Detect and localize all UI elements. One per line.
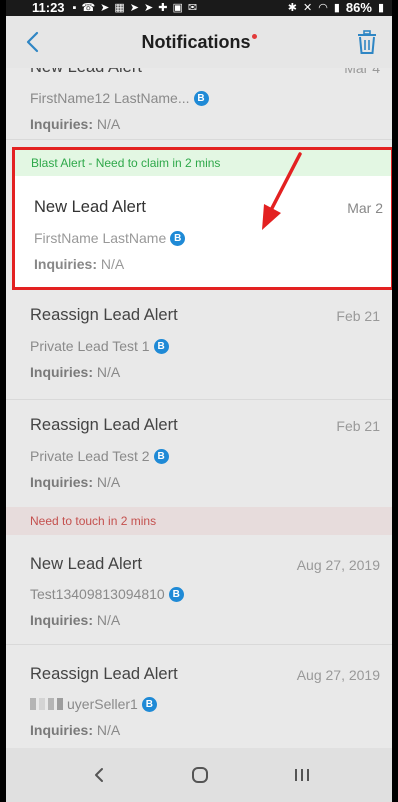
lead-name: Private Lead Test 2B	[30, 448, 169, 464]
app-header: Notifications	[6, 16, 392, 68]
notification-title: Reassign Lead Alert	[30, 665, 178, 683]
inquiries-line: Inquiries: N/A	[30, 364, 121, 380]
notification-title: Reassign Lead Alert	[30, 306, 178, 324]
message-icon: ▪	[72, 2, 77, 14]
wifi-icon: ◠	[318, 2, 328, 14]
list-item[interactable]: Reassign Lead Alert Feb 21 Private Lead …	[6, 400, 392, 510]
send-icon: ➤	[100, 2, 110, 14]
notification-title: New Lead Alert	[30, 555, 142, 573]
nav-home-icon[interactable]	[187, 762, 213, 788]
inquiries-line: Inquiries: N/A	[34, 256, 125, 272]
list-item[interactable]: Reassign Lead Alert Aug 27, 2019 uyerSel…	[6, 645, 392, 748]
nav-recents-icon[interactable]	[289, 762, 315, 788]
notification-date: Aug 27, 2019	[296, 557, 380, 573]
inquiries-line: Inquiries: N/A	[30, 116, 121, 132]
inquiries-line: Inquiries: N/A	[30, 474, 121, 490]
lead-name: uyerSeller1 B	[30, 696, 157, 712]
battery-icon: ▮	[377, 2, 384, 14]
phone-icon: ☎	[81, 2, 96, 14]
notification-date: Aug 27, 2019	[296, 667, 380, 683]
highlighted-notification[interactable]: Blast Alert - Need to claim in 2 mins Ne…	[12, 147, 392, 290]
annotation-arrow-icon	[262, 152, 302, 230]
list-item[interactable]: New Lead Alert Aug 27, 2019 Test13409813…	[6, 535, 392, 645]
buyer-badge-icon: B	[168, 586, 184, 602]
inquiries-line: Inquiries: N/A	[30, 722, 121, 738]
system-nav-bar	[6, 748, 392, 802]
inquiries-line: Inquiries: N/A	[30, 612, 121, 628]
send-icon: ➤	[129, 2, 139, 14]
unread-dot-icon	[251, 34, 257, 39]
buyer-badge-icon: B	[193, 90, 209, 106]
signal-icon: ▮	[333, 2, 340, 14]
lead-name: Private Lead Test 1B	[30, 338, 169, 354]
lead-name: Test13409813094810 B	[30, 586, 184, 602]
system-icons: ✱ ✕ ◠ ▮ 86% ▮	[288, 0, 384, 16]
image-icon: ▣	[172, 2, 183, 14]
buyer-badge-icon: B	[153, 448, 169, 464]
notification-date: Feb 21	[336, 308, 380, 324]
notification-date: Feb 21	[336, 418, 380, 434]
buyer-badge-icon: B	[153, 338, 169, 354]
notification-date: Mar 2	[347, 200, 383, 216]
status-bar: 11:23 ▪ ☎ ➤ ▦ ➤ ➤ ✚ ▣ ✉ ✱ ✕ ◠ ▮ 86% ▮	[6, 0, 392, 16]
battery-percent: 86%	[345, 0, 372, 15]
list-item[interactable]: New Lead Alert Mar 4 FirstName12 LastNam…	[6, 68, 392, 140]
notification-list[interactable]: New Lead Alert Mar 4 FirstName12 LastNam…	[6, 68, 392, 748]
send-icon: ➤	[144, 2, 154, 14]
list-item[interactable]: Reassign Lead Alert Feb 21 Private Lead …	[6, 290, 392, 400]
bluetooth-icon: ✱	[287, 2, 298, 14]
notification-title: New Lead Alert	[34, 198, 146, 216]
redacted-name	[30, 698, 63, 710]
notification-icons: ▪ ☎ ➤ ▦ ➤ ➤ ✚ ▣ ✉	[73, 0, 198, 16]
lead-name: FirstName12 LastName... B	[30, 90, 209, 106]
notification-title: New Lead Alert	[30, 68, 142, 77]
phone-screen: 11:23 ▪ ☎ ➤ ▦ ➤ ➤ ✚ ▣ ✉ ✱ ✕ ◠ ▮ 86% ▮ No…	[6, 0, 392, 802]
status-time: 11:23	[32, 0, 65, 15]
touch-alert-banner: Need to touch in 2 mins	[6, 507, 392, 535]
mute-icon: ✕	[303, 2, 313, 14]
nav-back-icon[interactable]	[86, 762, 112, 788]
trash-icon[interactable]	[356, 30, 378, 54]
notification-date: Mar 4	[344, 68, 380, 76]
lead-name: FirstName LastName B	[34, 230, 186, 246]
page-title: Notifications	[6, 32, 392, 53]
buyer-badge-icon: B	[141, 696, 157, 712]
calendar-icon: ▦	[114, 2, 125, 14]
plus-icon: ✚	[158, 2, 168, 14]
buyer-badge-icon: B	[170, 230, 186, 246]
notification-title: Reassign Lead Alert	[30, 416, 178, 434]
blast-alert-banner: Blast Alert - Need to claim in 2 mins	[15, 150, 391, 176]
mail-icon: ✉	[187, 2, 198, 14]
